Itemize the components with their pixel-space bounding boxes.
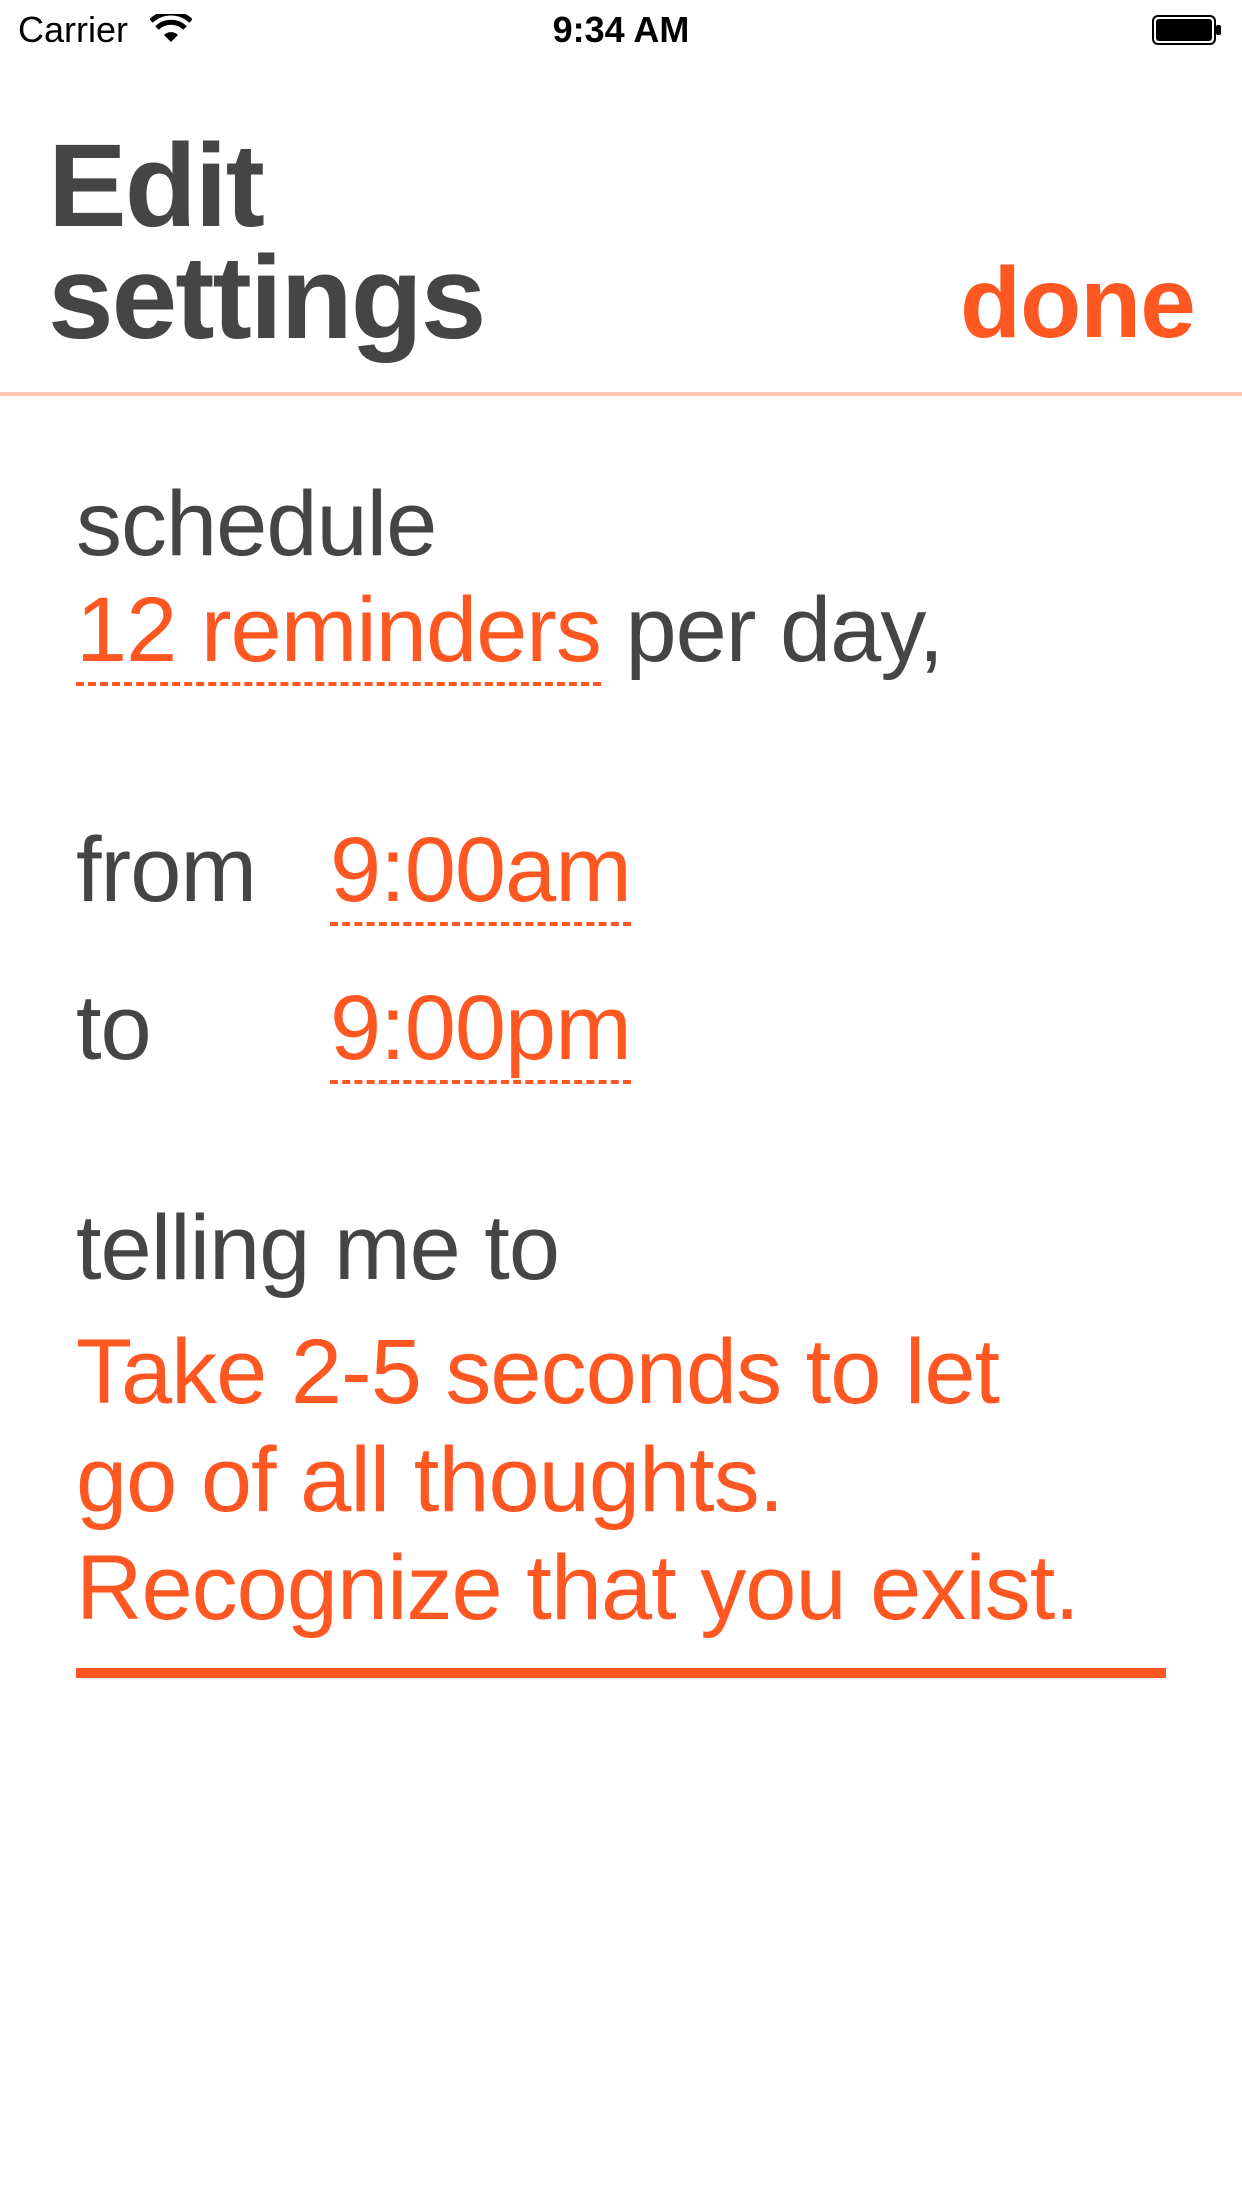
message-line-2: go of all thoughts.: [76, 1429, 784, 1531]
status-time: 9:34 AM: [552, 9, 690, 50]
to-label: to: [76, 977, 152, 1079]
done-button[interactable]: done: [960, 248, 1196, 358]
message-label: telling me to: [76, 1197, 560, 1299]
schedule-label: schedule: [76, 473, 437, 575]
reminders-count-selector[interactable]: 12 reminders: [76, 578, 602, 686]
message-underline: [76, 1668, 1166, 1678]
page-title: Edit settings: [48, 120, 486, 364]
battery-icon: [1152, 15, 1221, 45]
message-line-1: Take 2-5 seconds to let: [76, 1321, 1000, 1423]
page-title-line-2: settings: [48, 232, 486, 364]
per-day-label: per day,: [625, 579, 944, 681]
reminder-message-field[interactable]: Take 2-5 seconds to let go of all though…: [76, 1318, 1166, 1642]
message-line-3: Recognize that you exist.: [76, 1537, 1080, 1639]
from-label: from: [76, 819, 257, 921]
reminders-row: 12 reminders per day,: [76, 578, 944, 686]
page-title-line-1: Edit: [48, 120, 265, 252]
from-time-row: 9:00am: [330, 818, 632, 926]
header-divider: [0, 392, 1242, 396]
from-time-selector[interactable]: 9:00am: [330, 818, 632, 926]
to-time-selector[interactable]: 9:00pm: [330, 976, 632, 1084]
to-time-row: 9:00pm: [330, 976, 632, 1084]
status-bar: Carrier 9:34 AM: [0, 0, 1242, 60]
